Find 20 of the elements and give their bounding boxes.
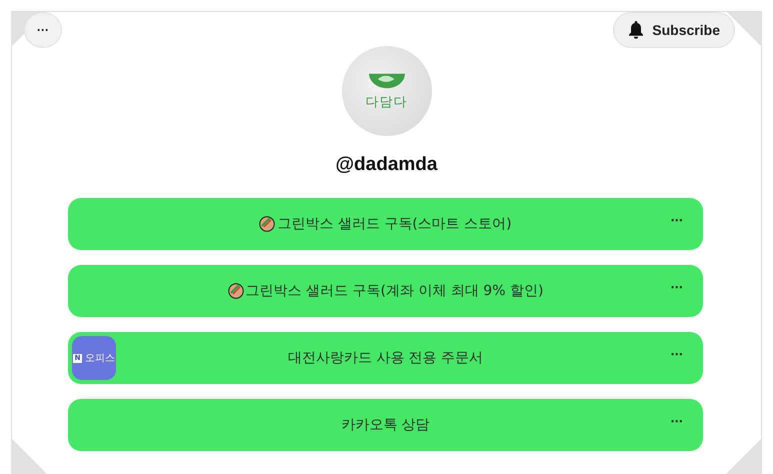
link-title: 그린박스 샐러드 구독(계좌 이체 최대 9% 할인) xyxy=(228,282,544,300)
link-button[interactable]: 그린박스 샐러드 구독(계좌 이체 최대 9% 할인) ··· xyxy=(68,265,703,317)
bell-icon xyxy=(628,21,644,39)
burrito-icon xyxy=(228,283,244,299)
logo-text: 다담다 xyxy=(366,94,408,110)
link-button[interactable]: 그린박스 샐러드 구독(스마트 스토어) ··· xyxy=(68,198,703,250)
burrito-icon xyxy=(259,216,276,232)
link-title: 그린박스 샐러드 구독(스마트 스토어) xyxy=(259,215,512,233)
link-button[interactable]: 카카오톡 상담 ··· xyxy=(68,399,703,451)
thumbnail-label: 오피스 xyxy=(85,352,115,365)
subscribe-button[interactable]: Subscribe xyxy=(613,12,735,48)
more-options-icon[interactable]: ··· xyxy=(670,348,683,361)
more-options-icon[interactable]: ··· xyxy=(670,281,683,294)
bowl-icon xyxy=(366,72,406,90)
username: @dadamda xyxy=(336,154,438,176)
more-options-icon[interactable]: ··· xyxy=(670,415,683,428)
more-options-icon[interactable]: ··· xyxy=(670,214,683,227)
menu-button[interactable]: ··· xyxy=(24,12,62,48)
link-title: 대전사랑카드 사용 전용 주문서 xyxy=(288,349,484,367)
link-title: 카카오톡 상담 xyxy=(341,416,430,434)
